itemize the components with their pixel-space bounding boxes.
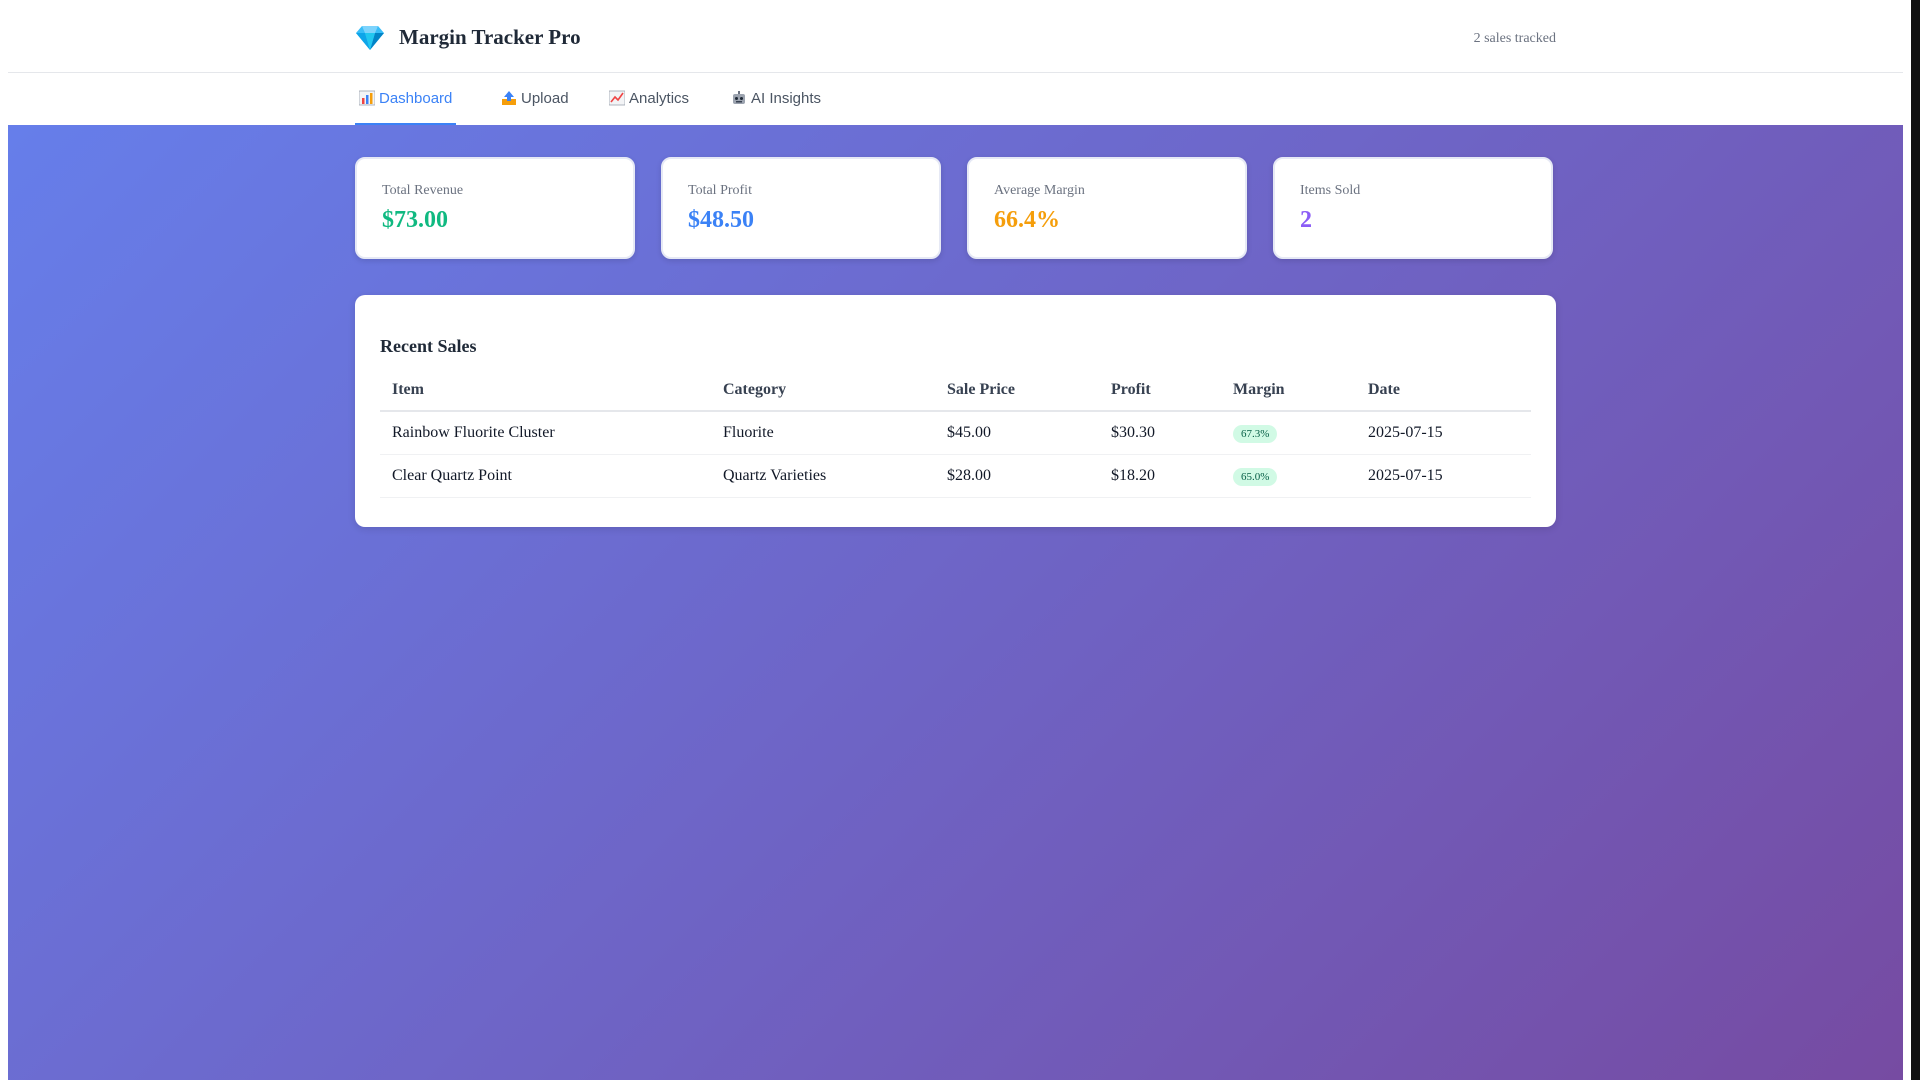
brand: Margin Tracker Pro — [355, 22, 581, 52]
panel-title: Recent Sales — [380, 336, 477, 356]
robot-icon — [731, 90, 747, 106]
tab-ai-insights[interactable]: AI Insights — [731, 73, 821, 123]
table-row: Clear Quartz Point Quartz Varieties $28.… — [380, 454, 1531, 498]
gem-icon — [355, 22, 385, 52]
cell-item: Clear Quartz Point — [380, 454, 711, 498]
table-row: Rainbow Fluorite Cluster Fluorite $45.00… — [380, 411, 1531, 455]
cell-sale-price: $28.00 — [935, 454, 1099, 498]
tab-upload[interactable]: Upload — [501, 73, 569, 123]
tab-label: Dashboard — [379, 89, 453, 107]
bar-chart-icon — [358, 90, 376, 106]
stat-card-average-margin: Average Margin 66.4% — [967, 157, 1247, 259]
line-chart-icon — [608, 90, 626, 106]
upload-icon — [501, 90, 517, 106]
app-window: Margin Tracker Pro 2 sales tracked Dashb… — [8, 0, 1903, 1080]
column-header-margin: Margin — [1221, 370, 1356, 412]
stat-value: $48.50 — [688, 207, 754, 233]
cell-date: 2025-07-15 — [1356, 454, 1531, 498]
stat-card-items-sold: Items Sold 2 — [1273, 157, 1553, 259]
stat-card-total-profit: Total Profit $48.50 — [661, 157, 941, 259]
tab-analytics[interactable]: Analytics — [608, 73, 690, 123]
tab-label: AI Insights — [751, 89, 822, 107]
tab-label: Upload — [521, 89, 569, 107]
stat-card-total-revenue: Total Revenue $73.00 — [355, 157, 635, 259]
cell-profit: $18.20 — [1099, 454, 1221, 498]
app-title: Margin Tracker Pro — [399, 24, 581, 49]
column-header-date: Date — [1356, 370, 1531, 412]
scrollbar-gutter — [1903, 0, 1911, 1080]
cell-item: Rainbow Fluorite Cluster — [380, 411, 711, 455]
stat-value: 66.4% — [994, 207, 1060, 233]
cell-category: Quartz Varieties — [711, 454, 935, 498]
tab-bar: Dashboard Upload Analytics AI Insights — [8, 73, 1903, 125]
margin-badge: 67.3% — [1233, 424, 1278, 443]
cell-sale-price: $45.00 — [935, 411, 1099, 455]
stat-label: Total Revenue — [382, 183, 464, 198]
tab-dashboard[interactable]: Dashboard — [355, 73, 457, 125]
table-header-row: Item Category Sale Price Profit Margin D… — [380, 370, 1531, 412]
stat-label: Items Sold — [1300, 183, 1361, 198]
stat-label: Average Margin — [994, 183, 1085, 198]
stat-label: Total Profit — [688, 183, 752, 198]
stat-value: $73.00 — [382, 207, 448, 233]
column-header-profit: Profit — [1099, 370, 1221, 412]
margin-badge: 65.0% — [1233, 467, 1278, 486]
vertical-scrollbar[interactable] — [1911, 0, 1920, 1080]
column-header-sale-price: Sale Price — [935, 370, 1099, 412]
stat-value: 2 — [1300, 207, 1312, 233]
cell-margin: 65.0% — [1221, 454, 1356, 498]
cell-margin: 67.3% — [1221, 411, 1356, 455]
tab-label: Analytics — [629, 89, 690, 107]
sales-tracked-count: 2 sales tracked — [1473, 31, 1556, 46]
dashboard-content: Total Revenue $73.00 Total Profit $48.50… — [8, 125, 1903, 1080]
cell-profit: $30.30 — [1099, 411, 1221, 455]
column-header-category: Category — [711, 370, 935, 412]
cell-date: 2025-07-15 — [1356, 411, 1531, 455]
recent-sales-panel: Recent Sales Item Category Sale Price Pr… — [355, 295, 1556, 527]
recent-sales-table: Item Category Sale Price Profit Margin D… — [380, 370, 1531, 498]
cell-category: Fluorite — [711, 411, 935, 455]
app-header: Margin Tracker Pro 2 sales tracked — [8, 0, 1903, 73]
column-header-item: Item — [380, 370, 711, 412]
